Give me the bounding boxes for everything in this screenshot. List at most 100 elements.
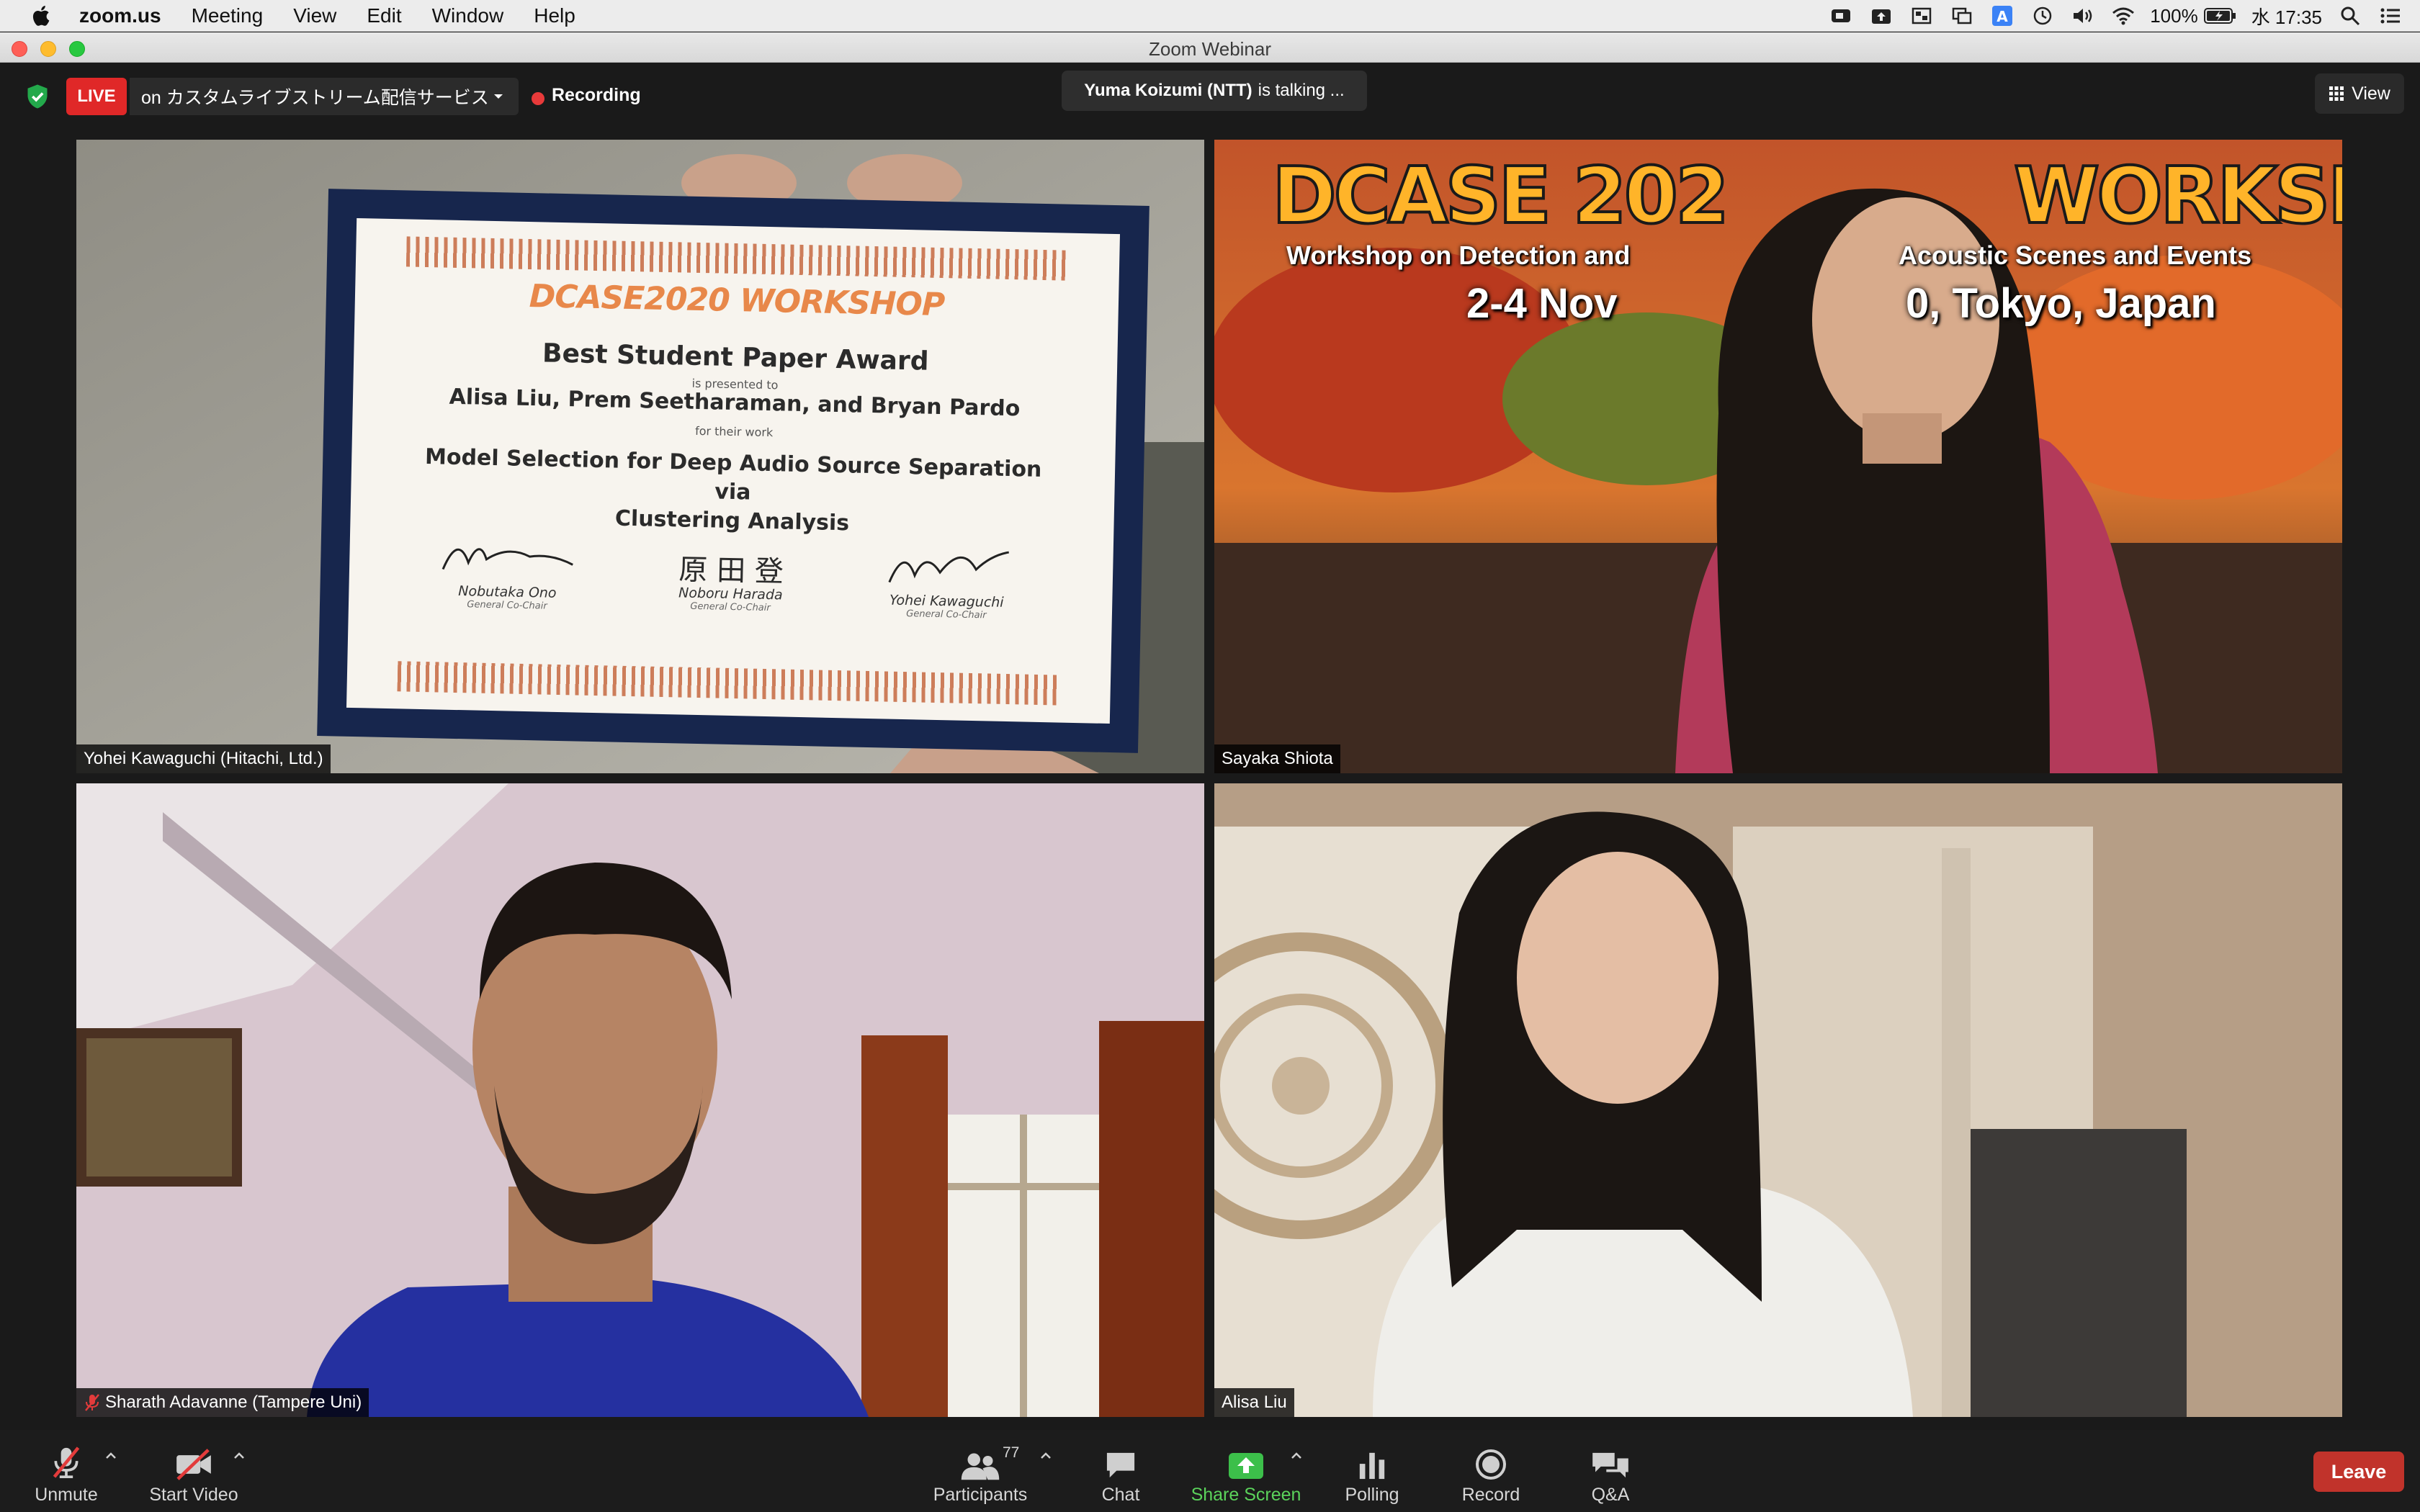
participant-name: Yohei Kawaguchi (Hitachi, Ltd.) <box>84 749 323 768</box>
menu-help[interactable]: Help <box>534 4 575 27</box>
menu-app-name[interactable]: zoom.us <box>79 4 161 27</box>
menu-meeting[interactable]: Meeting <box>192 4 264 27</box>
signature-block-1: Nobutaka Ono General Co-Chair <box>413 529 602 613</box>
video-tile-2[interactable]: DCASE 202 WORKSHOP Workshop on Detection… <box>1214 140 2342 773</box>
participants-label: Participants <box>933 1485 1028 1505</box>
certificate-work-title: Model Selection for Deep Audio Source Se… <box>408 443 1057 543</box>
share-screen-label: Share Screen <box>1191 1485 1301 1505</box>
share-options-chevron-up-icon[interactable] <box>1288 1447 1305 1464</box>
live-stream-service-dropdown[interactable]: on カスタムライブストリーム配信サービス <box>130 78 519 115</box>
chat-button[interactable]: Chat <box>1088 1430 1154 1512</box>
start-video-label: Start Video <box>149 1485 238 1505</box>
upload-status-icon[interactable] <box>1869 5 1894 27</box>
window-title: Zoom Webinar <box>1148 38 1272 60</box>
camera-status-icon[interactable] <box>1829 5 1853 27</box>
video-tile-1[interactable]: DCASE2020 WORKSHOP Best Student Paper Aw… <box>76 140 1204 773</box>
signature-block-2: 原 田 登 Noboru Harada General Co-Chair <box>637 534 825 614</box>
stream-service-label: on カスタムライブストリーム配信サービス <box>141 88 489 108</box>
screen-layout-icon[interactable] <box>1909 5 1934 27</box>
banner-title-left: DCASE 202 <box>1270 150 1731 243</box>
window-titlebar: Zoom Webinar <box>0 32 2420 63</box>
video-camera-off-icon <box>176 1449 211 1480</box>
encryption-shield-icon[interactable] <box>24 84 50 109</box>
banner-date-left: 2-4 Nov <box>1466 280 1618 327</box>
certificate-for-work: for their work <box>694 423 774 440</box>
handwritten-signature <box>442 548 573 570</box>
participants-chevron-up-icon[interactable] <box>1037 1447 1054 1464</box>
video-tile-3[interactable]: Sharath Adavanne (Tampere Uni) <box>76 783 1204 1417</box>
participant-name: Sayaka Shiota <box>1222 749 1333 768</box>
participant-name: Alisa Liu <box>1222 1392 1287 1412</box>
participant-name-tag: Sayaka Shiota <box>1214 744 1340 773</box>
unmute-button[interactable]: Unmute <box>32 1430 101 1512</box>
macos-menubar: zoom.us Meeting View Edit Window Help A … <box>0 0 2420 32</box>
volume-icon[interactable] <box>2071 5 2095 27</box>
chat-label: Chat <box>1101 1485 1140 1505</box>
participant-name-tag: Yohei Kawaguchi (Hitachi, Ltd.) <box>76 744 331 773</box>
participant-name-tag: Sharath Adavanne (Tampere Uni) <box>76 1388 369 1417</box>
record-label: Record <box>1461 1485 1520 1505</box>
chevron-down-icon <box>494 94 503 99</box>
menu-edit[interactable]: Edit <box>367 4 401 27</box>
banner-title-right: WORKSHOP <box>2012 150 2342 243</box>
time-machine-icon[interactable] <box>2030 5 2055 27</box>
menu-window[interactable]: Window <box>432 4 504 27</box>
record-icon <box>1476 1449 1506 1480</box>
share-screen-icon <box>1229 1453 1263 1479</box>
battery-icon[interactable] <box>2203 5 2237 27</box>
apple-icon[interactable] <box>29 3 55 29</box>
video-feed-background <box>1214 783 2342 1417</box>
audio-options-chevron-up-icon[interactable] <box>102 1447 120 1464</box>
participant-count: 77 <box>1003 1444 1020 1461</box>
bar-chart-icon <box>1359 1452 1385 1480</box>
spotlight-search-icon[interactable] <box>2338 5 2362 27</box>
active-speaker-suffix: is talking ... <box>1258 81 1345 100</box>
qa-label: Q&A <box>1591 1485 1630 1505</box>
menu-view[interactable]: View <box>293 4 336 27</box>
qa-button[interactable]: Q&A <box>1582 1430 1639 1512</box>
participants-icon <box>961 1453 1000 1480</box>
wifi-icon[interactable] <box>2111 5 2136 27</box>
unmute-label: Unmute <box>35 1485 98 1505</box>
view-button-label: View <box>2352 83 2390 104</box>
banner-subtitle-left: Workshop on Detection and <box>1286 240 1631 270</box>
chat-bubble-icon <box>1106 1452 1135 1478</box>
banner-date-right: 0, Tokyo, Japan <box>1906 280 2216 327</box>
window-share-icon[interactable] <box>1950 5 1974 27</box>
award-certificate: DCASE2020 WORKSHOP Best Student Paper Aw… <box>317 189 1150 753</box>
start-video-button[interactable]: Start Video <box>141 1430 246 1512</box>
active-speaker-name: Yuma Koizumi (NTT) <box>1084 81 1252 100</box>
video-options-chevron-up-icon[interactable] <box>230 1447 248 1464</box>
recording-indicator[interactable]: Recording <box>552 85 641 106</box>
polling-label: Polling <box>1345 1485 1399 1505</box>
share-screen-button[interactable]: Share Screen <box>1186 1430 1307 1512</box>
grid-view-icon <box>2329 86 2344 101</box>
qa-bubbles-icon <box>1592 1452 1628 1478</box>
video-tile-4[interactable]: Alisa Liu <box>1214 783 2342 1417</box>
live-badge[interactable]: LIVE <box>66 78 127 115</box>
sound-wave-decoration <box>405 236 1070 281</box>
leave-button[interactable]: Leave <box>2313 1452 2404 1492</box>
input-method-icon[interactable]: A <box>1990 5 2015 27</box>
svg-text:A: A <box>1996 8 2008 25</box>
handwritten-signature <box>888 551 1009 583</box>
view-button[interactable]: View <box>2315 73 2404 114</box>
sound-wave-decoration <box>397 661 1061 706</box>
menubar-clock[interactable]: 水 17:35 <box>2251 3 2322 30</box>
menubar-status-area: A 100% 水 17:35 <box>1813 0 2403 32</box>
battery-percent: 100% <box>2150 4 2198 27</box>
recording-dot-icon <box>532 92 544 105</box>
polling-button[interactable]: Polling <box>1340 1430 1404 1512</box>
record-button[interactable]: Record <box>1458 1430 1524 1512</box>
notification-center-icon[interactable] <box>2378 5 2403 27</box>
participants-button[interactable]: Participants <box>926 1430 1034 1512</box>
microphone-muted-icon <box>53 1446 80 1478</box>
video-feed-background <box>76 783 1204 1417</box>
certificate-logo: DCASE2020 WORKSHOP <box>529 278 945 324</box>
meeting-controls-toolbar: Unmute Start Video Participants 77 Chat … <box>0 1430 2420 1512</box>
participant-name-tag: Alisa Liu <box>1214 1388 1294 1417</box>
active-speaker-banner: Yuma Koizumi (NTT) is talking ... <box>1062 71 1367 111</box>
signer-2-kanji-signature: 原 田 登 <box>678 553 784 589</box>
signature-block-3: Yohei Kawaguchi General Co-Chair <box>853 539 1041 622</box>
microphone-muted-icon <box>85 1394 99 1411</box>
